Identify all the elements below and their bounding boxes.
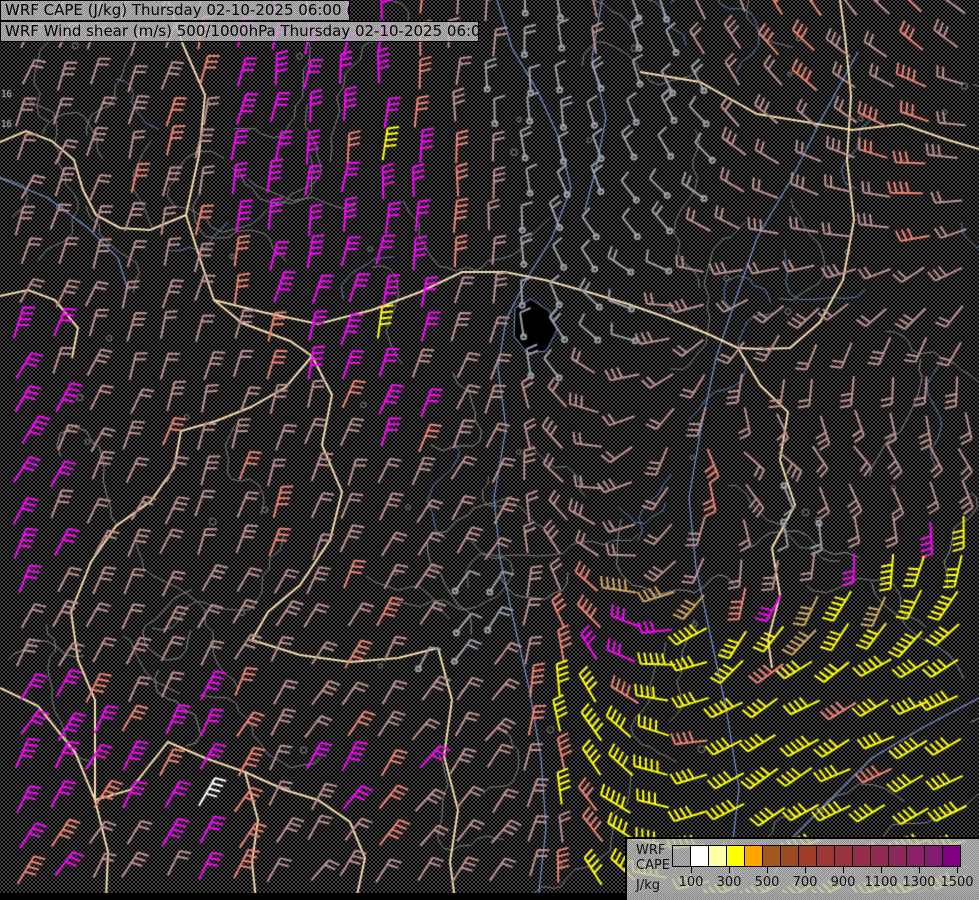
legend-cell xyxy=(780,845,799,867)
legend-tick-mark xyxy=(957,867,958,873)
title-bar-cape: WRF CAPE (J/kg) Thursday 02-10-2025 06:0… xyxy=(0,0,350,21)
legend-tick-mark xyxy=(881,867,882,873)
legend-cell xyxy=(816,845,835,867)
legend-cell xyxy=(744,845,763,867)
legend-cell xyxy=(690,845,709,867)
weather-map-stage: WRF CAPE (J/kg) Thursday 02-10-2025 06:0… xyxy=(0,0,979,900)
legend-tick-mark xyxy=(919,867,920,873)
legend-tick-mark xyxy=(729,867,730,873)
legend-cell xyxy=(852,845,871,867)
title-shear-text: WRF Wind shear (m/s) 500/1000hPa Thursda… xyxy=(5,22,479,40)
legend-label-unit: J/kg xyxy=(636,879,660,892)
legend-label-wrf: WRF xyxy=(636,844,665,857)
legend-cell xyxy=(708,845,727,867)
legend-cell xyxy=(798,845,817,867)
legend-cell xyxy=(888,845,907,867)
legend-tick-mark xyxy=(767,867,768,873)
legend-label-cape: CAPE xyxy=(636,859,670,872)
legend-colorbar xyxy=(672,845,961,867)
legend-cell xyxy=(762,845,781,867)
legend-cell xyxy=(672,845,691,867)
legend-cell xyxy=(870,845,889,867)
legend-tick-mark xyxy=(805,867,806,873)
legend-tick-mark xyxy=(843,867,844,873)
legend-cell xyxy=(924,845,943,867)
legend-cell xyxy=(942,845,961,867)
title-bar-wind-shear: WRF Wind shear (m/s) 500/1000hPa Thursda… xyxy=(0,21,479,42)
legend-tick-label: 1500 xyxy=(935,875,979,890)
map-canvas xyxy=(0,0,979,900)
title-cape-text: WRF CAPE (J/kg) Thursday 02-10-2025 06:0… xyxy=(5,1,350,19)
legend-cell xyxy=(906,845,925,867)
legend-cell xyxy=(726,845,745,867)
legend-cell xyxy=(834,845,853,867)
cape-legend-panel: WRF CAPE J/kg 10030050070090011001300150… xyxy=(625,837,979,900)
legend-tick-mark xyxy=(691,867,692,873)
